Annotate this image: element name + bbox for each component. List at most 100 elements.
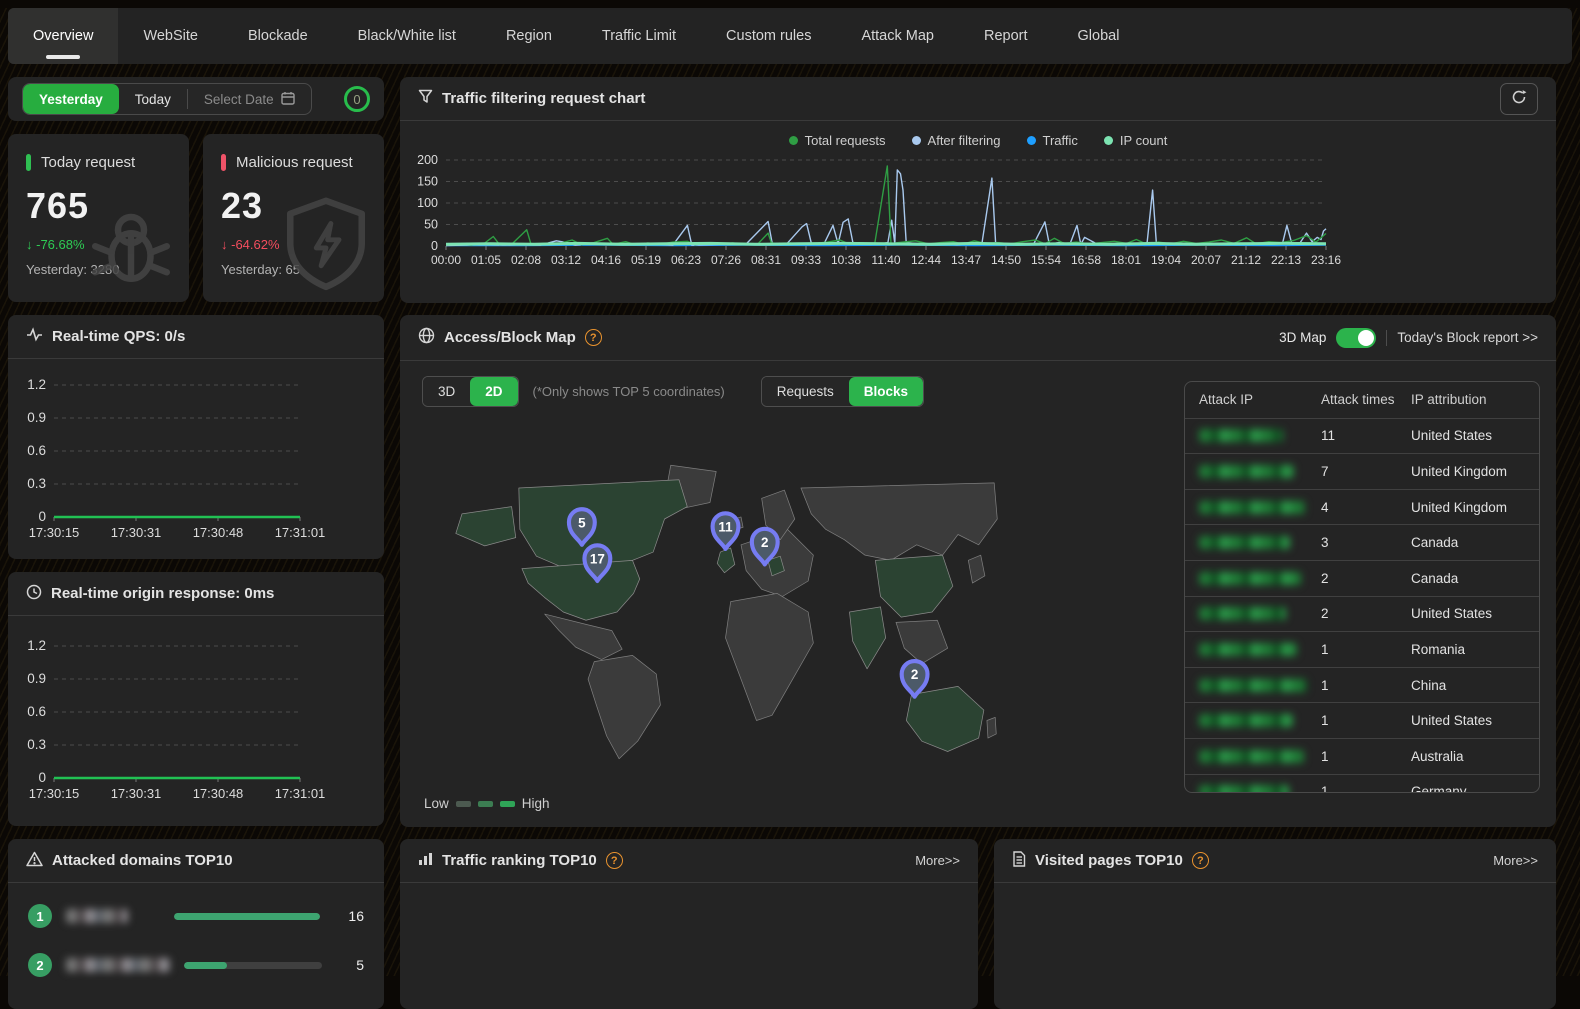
svg-text:0.3: 0.3 — [27, 476, 46, 491]
block-report-link[interactable]: Today's Block report >> — [1397, 330, 1538, 345]
legend-item-ip-count[interactable]: IP count — [1104, 133, 1167, 148]
ip-attribution-value: China — [1397, 678, 1539, 693]
svg-text:0.6: 0.6 — [27, 443, 46, 458]
attack-table-row: 7United Kingdom — [1185, 453, 1539, 489]
legend-item-total-requests[interactable]: Total requests — [789, 133, 886, 148]
masked-attack-ip — [1199, 785, 1289, 793]
attack-table-row: 11United States — [1185, 418, 1539, 454]
visited-pages-more-link[interactable]: More>> — [1493, 853, 1538, 868]
map-3d-button[interactable]: 3D — [423, 377, 470, 406]
svg-text:5: 5 — [578, 515, 586, 530]
date-segmented-control: Yesterday Today Select Date — [22, 83, 312, 115]
svg-text:20:07: 20:07 — [1191, 253, 1221, 267]
legend-swatch-low — [456, 801, 471, 807]
realtime-origin-panel: Real-time origin response: 0ms 00.30.60.… — [8, 572, 384, 826]
attack-table-row: 1Romania — [1185, 631, 1539, 667]
nav-tab-region[interactable]: Region — [481, 8, 577, 64]
svg-text:19:04: 19:04 — [1151, 253, 1181, 267]
domain-attack-bar — [174, 913, 320, 920]
bug-icon — [79, 191, 183, 300]
legend-dot — [1027, 136, 1036, 145]
legend-item-after-filtering[interactable]: After filtering — [912, 133, 1001, 148]
masked-attack-ip — [1199, 679, 1307, 692]
svg-text:0.9: 0.9 — [27, 671, 46, 686]
attack-times-value: 1 — [1307, 784, 1397, 793]
legend-swatch-high — [500, 801, 515, 807]
world-map[interactable]: 5171122 — [420, 457, 1000, 767]
ip-attribution-value: United Kingdom — [1397, 464, 1539, 479]
attack-table-row: 3Canada — [1185, 524, 1539, 560]
yesterday-button[interactable]: Yesterday — [23, 84, 119, 114]
origin-response-chart: 00.30.60.91.217:30:1517:30:3117:30:4817:… — [8, 616, 384, 821]
map-2d-button[interactable]: 2D — [470, 377, 517, 406]
visited-pages-panel: Visited pages TOP10 ? More>> — [994, 839, 1556, 1009]
svg-text:200: 200 — [417, 153, 438, 167]
legend-dot — [912, 136, 921, 145]
map-blocks-button[interactable]: Blocks — [849, 377, 923, 406]
3d-map-toggle[interactable] — [1336, 328, 1376, 348]
legend-swatch-mid — [478, 801, 493, 807]
panel-title: Traffic filtering request chart — [442, 90, 645, 107]
masked-domain — [66, 909, 128, 923]
nav-tab-traffic-limit[interactable]: Traffic Limit — [577, 8, 701, 64]
today-button[interactable]: Today — [119, 84, 187, 114]
svg-text:15:54: 15:54 — [1031, 253, 1061, 267]
svg-text:17:30:15: 17:30:15 — [29, 525, 80, 540]
help-icon[interactable]: ? — [606, 852, 623, 869]
3d-map-toggle-label: 3D Map — [1279, 330, 1326, 345]
ip-attribution-value: Germany — [1397, 784, 1539, 793]
nav-tab-blockade[interactable]: Blockade — [223, 8, 333, 64]
attacked-domain-row: 1 16 — [8, 900, 384, 932]
rank-badge: 1 — [28, 904, 52, 928]
map-legend-low-label: Low — [424, 796, 449, 811]
ip-attribution-value: United Kingdom — [1397, 500, 1539, 515]
svg-text:17:30:48: 17:30:48 — [193, 786, 244, 801]
attack-times-value: 4 — [1307, 500, 1397, 515]
svg-text:06:23: 06:23 — [671, 253, 701, 267]
svg-text:0: 0 — [38, 770, 46, 785]
masked-attack-ip — [1199, 465, 1294, 478]
traffic-ranking-more-link[interactable]: More>> — [915, 853, 960, 868]
domain-attack-bar-track — [174, 913, 320, 920]
svg-text:00:00: 00:00 — [431, 253, 461, 267]
panel-title: Attacked domains TOP10 — [52, 852, 233, 869]
map-pin-2[interactable]: 2 — [902, 661, 928, 697]
nav-tab-overview[interactable]: Overview — [8, 8, 118, 64]
svg-text:11:40: 11:40 — [871, 253, 900, 267]
green-marker — [26, 154, 31, 171]
masked-attack-ip — [1199, 536, 1290, 549]
nav-tab-custom-rules[interactable]: Custom rules — [701, 8, 836, 64]
domain-attack-count: 16 — [334, 908, 364, 924]
nav-tab-global[interactable]: Global — [1053, 8, 1145, 64]
select-date-button[interactable]: Select Date — [188, 84, 311, 114]
legend-label: IP count — [1120, 133, 1167, 148]
panel-title: Real-time QPS: 0/s — [52, 328, 185, 345]
malicious-request-card: Malicious request 23 ↓ -64.62% Yesterday… — [203, 134, 384, 302]
legend-label: After filtering — [928, 133, 1001, 148]
svg-text:17:30:31: 17:30:31 — [111, 786, 162, 801]
svg-text:08:31: 08:31 — [751, 253, 781, 267]
nav-tab-website[interactable]: WebSite — [118, 8, 223, 64]
svg-text:05:19: 05:19 — [631, 253, 661, 267]
svg-text:17:31:01: 17:31:01 — [275, 786, 326, 801]
svg-text:2: 2 — [911, 667, 918, 682]
attack-times-value: 1 — [1307, 642, 1397, 657]
help-icon[interactable]: ? — [1192, 852, 1209, 869]
svg-text:17: 17 — [590, 551, 605, 566]
refresh-button[interactable] — [1500, 83, 1538, 115]
attack-table-row: 1Germany — [1185, 774, 1539, 793]
svg-text:1.2: 1.2 — [27, 638, 46, 653]
nav-tab-black-white-list[interactable]: Black/White list — [333, 8, 481, 64]
ip-attribution-value: United States — [1397, 428, 1539, 443]
map-requests-button[interactable]: Requests — [762, 377, 849, 406]
ip-attribution-value: United States — [1397, 713, 1539, 728]
map-pin-11[interactable]: 11 — [713, 513, 739, 549]
nav-tab-attack-map[interactable]: Attack Map — [836, 8, 959, 64]
realtime-qps-panel: Real-time QPS: 0/s 00.30.60.91.217:30:15… — [8, 315, 384, 559]
masked-attack-ip — [1199, 643, 1297, 656]
nav-tab-report[interactable]: Report — [959, 8, 1053, 64]
ip-attribution-value: United States — [1397, 606, 1539, 621]
svg-text:09:33: 09:33 — [791, 253, 821, 267]
legend-item-traffic[interactable]: Traffic — [1027, 133, 1078, 148]
help-icon[interactable]: ? — [585, 329, 602, 346]
